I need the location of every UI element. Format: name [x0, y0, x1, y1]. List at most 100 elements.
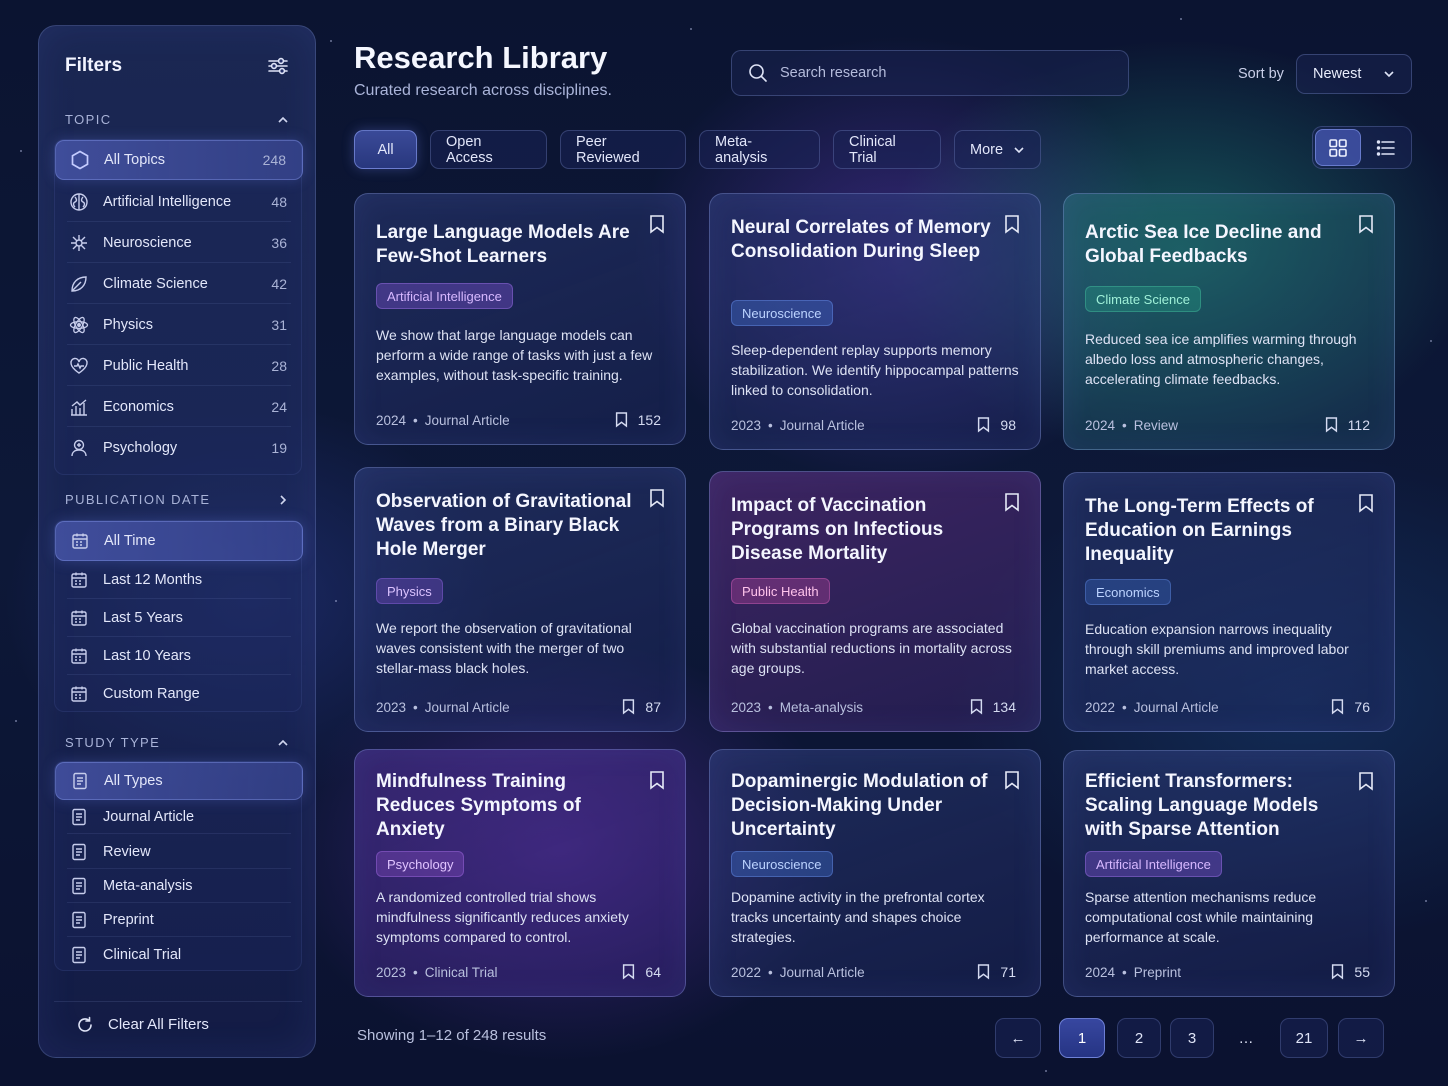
save-count: 64: [622, 963, 661, 980]
date-list: All Time Last 12 Months Last 5 Years Las…: [54, 520, 303, 713]
search-input[interactable]: [780, 65, 1100, 81]
card-title[interactable]: Impact of Vaccination Programs on Infect…: [731, 494, 996, 566]
card-description: We show that large language models can p…: [376, 327, 653, 383]
date-item-custom[interactable]: Custom Range: [55, 675, 303, 713]
research-card[interactable]: The Long-Term Effects of Education on Ea…: [1063, 472, 1395, 732]
card-year: 2023: [376, 700, 407, 715]
card-title[interactable]: Neural Correlates of Memory Consolidatio…: [731, 216, 996, 264]
search-box[interactable]: [731, 50, 1129, 96]
study-label: Review: [103, 843, 151, 860]
chip-meta-analysis[interactable]: Meta-analysis: [699, 130, 820, 169]
study-item-clinical[interactable]: Clinical Trial: [55, 937, 303, 972]
bookmark-icon[interactable]: [1358, 214, 1374, 234]
date-section-header[interactable]: PUBLICATION DATE: [65, 492, 289, 507]
research-card[interactable]: Mindfulness Training Reduces Symptoms of…: [354, 749, 686, 997]
topic-list: All Topics 248 Artificial Intelligence 4…: [54, 139, 303, 475]
research-card[interactable]: Arctic Sea Ice Decline and Global Feedba…: [1063, 193, 1395, 450]
save-count-value: 64: [645, 963, 661, 980]
arrow-left-icon: ←: [1010, 1029, 1026, 1047]
bookmark-icon: [977, 416, 990, 433]
bookmark-icon[interactable]: [1358, 771, 1374, 791]
save-count-value: 71: [1000, 963, 1016, 980]
save-count-value: 55: [1354, 963, 1370, 980]
research-card[interactable]: Efficient Transformers: Scaling Language…: [1063, 750, 1395, 997]
bookmark-icon[interactable]: [1004, 770, 1020, 790]
clear-filters-label: Clear All Filters: [108, 1016, 209, 1033]
research-card[interactable]: Observation of Gravitational Waves from …: [354, 467, 686, 732]
card-title[interactable]: Observation of Gravitational Waves from …: [376, 490, 641, 562]
clear-filters-button[interactable]: Clear All Filters: [54, 1001, 302, 1047]
topic-item-economics[interactable]: Economics 24: [55, 387, 303, 427]
chevron-up-icon[interactable]: [277, 737, 289, 749]
card-title[interactable]: Dopaminergic Modulation of Decision-Maki…: [731, 770, 996, 842]
grid-view-button[interactable]: [1315, 129, 1361, 166]
research-card[interactable]: Impact of Vaccination Programs on Infect…: [709, 471, 1041, 732]
study-item-all[interactable]: All Types: [55, 762, 303, 800]
topic-item-all[interactable]: All Topics 248: [55, 140, 303, 180]
topic-count: 31: [271, 317, 287, 333]
study-section-label: STUDY TYPE: [65, 735, 161, 750]
topic-tag: Artificial Intelligence: [1085, 851, 1222, 877]
study-item-journal[interactable]: Journal Article: [55, 800, 303, 834]
topic-item-physics[interactable]: Physics 31: [55, 305, 303, 345]
date-item-all-time[interactable]: All Time: [55, 521, 303, 561]
prev-page-button[interactable]: ←: [995, 1018, 1041, 1058]
list-view-button[interactable]: [1363, 129, 1409, 166]
card-title[interactable]: The Long-Term Effects of Education on Ea…: [1085, 495, 1350, 567]
chip-all[interactable]: All: [354, 130, 417, 169]
bookmark-icon[interactable]: [649, 770, 665, 790]
page-button[interactable]: 1: [1059, 1018, 1105, 1058]
topic-item-psychology[interactable]: Psychology 19: [55, 428, 303, 468]
study-item-review[interactable]: Review: [55, 834, 303, 869]
chip-open-access[interactable]: Open Access: [430, 130, 547, 169]
study-section-header[interactable]: STUDY TYPE: [65, 735, 289, 750]
topic-item-neuroscience[interactable]: Neuroscience 36: [55, 223, 303, 263]
topic-tag: Economics: [1085, 579, 1171, 605]
bookmark-icon[interactable]: [649, 488, 665, 508]
card-year: 2023: [376, 965, 407, 980]
chip-label: All: [377, 141, 394, 158]
card-title[interactable]: Efficient Transformers: Scaling Language…: [1085, 770, 1350, 842]
card-title[interactable]: Mindfulness Training Reduces Symptoms of…: [376, 770, 641, 842]
next-page-button[interactable]: →: [1338, 1018, 1384, 1058]
research-card[interactable]: Neural Correlates of Memory Consolidatio…: [709, 193, 1041, 450]
date-item-5-years[interactable]: Last 5 Years: [55, 599, 303, 637]
page-subtitle: Curated research across disciplines.: [354, 82, 612, 99]
topic-label: Physics: [103, 317, 153, 333]
study-item-meta[interactable]: Meta-analysis: [55, 869, 303, 903]
date-item-10-years[interactable]: Last 10 Years: [55, 637, 303, 675]
ellipsis-text: …: [1238, 1029, 1254, 1047]
chip-more[interactable]: More: [954, 130, 1041, 169]
bookmark-icon[interactable]: [1004, 214, 1020, 234]
sort-label: Sort by: [1238, 66, 1284, 82]
calendar-icon: [69, 646, 89, 666]
sliders-icon[interactable]: [267, 55, 289, 77]
bookmark-icon[interactable]: [1358, 493, 1374, 513]
date-item-12-months[interactable]: Last 12 Months: [55, 561, 303, 599]
page-button[interactable]: 3: [1170, 1018, 1214, 1058]
topic-item-climate[interactable]: Climate Science 42: [55, 264, 303, 304]
card-type: Journal Article: [779, 965, 865, 980]
card-title[interactable]: Arctic Sea Ice Decline and Global Feedba…: [1085, 221, 1350, 269]
save-count-value: 87: [645, 698, 661, 715]
bookmark-icon: [615, 411, 628, 428]
topic-item-ai[interactable]: Artificial Intelligence 48: [55, 182, 303, 222]
topic-section-header[interactable]: TOPIC: [65, 112, 289, 127]
chip-clinical-trial[interactable]: Clinical Trial: [833, 130, 941, 169]
card-title[interactable]: Large Language Models Are Few-Shot Learn…: [376, 221, 641, 269]
sort-select[interactable]: Newest: [1296, 54, 1412, 94]
topic-item-public-health[interactable]: Public Health 28: [55, 346, 303, 386]
chevron-up-icon[interactable]: [277, 114, 289, 126]
chevron-right-icon[interactable]: [277, 494, 289, 506]
research-card[interactable]: Large Language Models Are Few-Shot Learn…: [354, 193, 686, 445]
page-button[interactable]: 2: [1117, 1018, 1161, 1058]
study-item-preprint[interactable]: Preprint: [55, 903, 303, 937]
sidebar-title: Filters: [65, 55, 123, 76]
chip-peer-reviewed[interactable]: Peer Reviewed: [560, 130, 686, 169]
page-button[interactable]: 21: [1280, 1018, 1328, 1058]
research-card[interactable]: Dopaminergic Modulation of Decision-Maki…: [709, 749, 1041, 997]
save-count: 71: [977, 963, 1016, 980]
bookmark-icon[interactable]: [1004, 492, 1020, 512]
study-label: Clinical Trial: [103, 946, 182, 963]
bookmark-icon[interactable]: [649, 214, 665, 234]
